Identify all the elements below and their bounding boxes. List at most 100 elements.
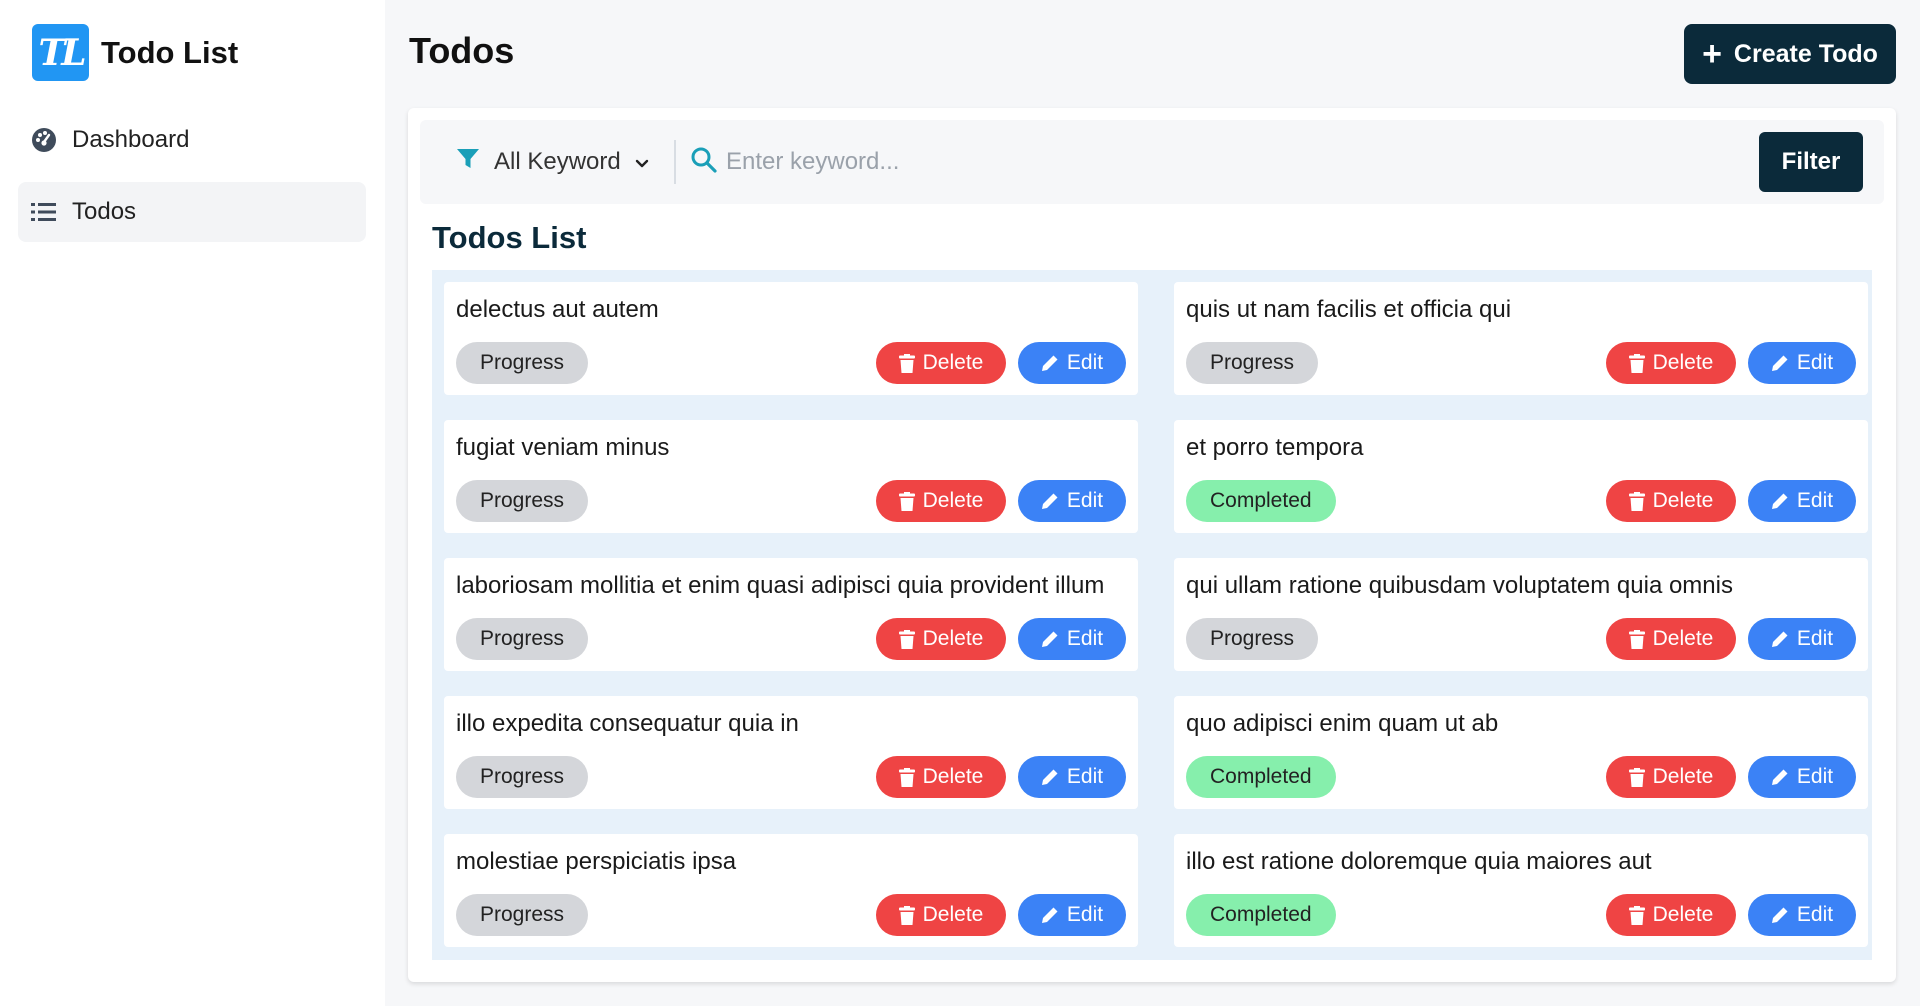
status-badge: Completed — [1186, 756, 1336, 798]
todo-title: laboriosam mollitia et enim quasi adipis… — [456, 572, 1105, 599]
todo-card: laboriosam mollitia et enim quasi adipis… — [444, 558, 1138, 671]
status-badge: Progress — [456, 480, 589, 522]
edit-label: Edit — [1796, 351, 1834, 374]
pencil-icon — [1041, 354, 1059, 372]
delete-label: Delete — [1652, 627, 1714, 650]
pencil-icon — [1771, 906, 1789, 924]
search-icon — [690, 146, 718, 179]
edit-button[interactable]: Edit — [1748, 342, 1856, 384]
trash-icon — [898, 353, 915, 373]
todo-title: qui ullam ratione quibusdam voluptatem q… — [1186, 572, 1733, 599]
brand[interactable]: TL Todo List — [32, 24, 238, 81]
delete-button[interactable]: Delete — [1606, 618, 1736, 660]
edit-label: Edit — [1796, 765, 1834, 788]
edit-button[interactable]: Edit — [1018, 342, 1126, 384]
sidebar-item-label: Todos — [72, 198, 137, 225]
trash-icon — [898, 629, 915, 649]
edit-label: Edit — [1066, 765, 1104, 788]
edit-button[interactable]: Edit — [1018, 618, 1126, 660]
trash-icon — [898, 767, 915, 787]
pencil-icon — [1771, 492, 1789, 510]
todo-card: et porro tempora Completed Delete Edit — [1174, 420, 1868, 533]
trash-icon — [898, 905, 915, 925]
todo-card: quis ut nam facilis et officia qui Progr… — [1174, 282, 1868, 395]
delete-button[interactable]: Delete — [1606, 756, 1736, 798]
delete-button[interactable]: Delete — [1606, 480, 1736, 522]
delete-label: Delete — [922, 627, 984, 650]
delete-button[interactable]: Delete — [876, 342, 1006, 384]
delete-label: Delete — [922, 351, 984, 374]
delete-button[interactable]: Delete — [1606, 342, 1736, 384]
search-input[interactable] — [726, 140, 1546, 184]
delete-label: Delete — [922, 489, 984, 512]
page-title: Todos — [409, 30, 515, 71]
trash-icon — [1628, 491, 1645, 511]
delete-label: Delete — [1652, 351, 1714, 374]
status-badge: Progress — [456, 342, 589, 384]
filter-bar: All Keyword Filter — [420, 120, 1884, 204]
todo-card: illo est ratione doloremque quia maiores… — [1174, 834, 1868, 947]
todo-title: et porro tempora — [1186, 434, 1364, 461]
pencil-icon — [1041, 906, 1059, 924]
edit-label: Edit — [1066, 903, 1104, 926]
delete-button[interactable]: Delete — [876, 756, 1006, 798]
edit-label: Edit — [1066, 489, 1104, 512]
delete-button[interactable]: Delete — [876, 618, 1006, 660]
brand-logo: TL — [32, 24, 89, 81]
edit-button[interactable]: Edit — [1018, 894, 1126, 936]
delete-button[interactable]: Delete — [1606, 894, 1736, 936]
create-todo-label: Create Todo — [1733, 39, 1878, 68]
pencil-icon — [1041, 492, 1059, 510]
todo-card: illo expedita consequatur quia in Progre… — [444, 696, 1138, 809]
status-badge: Progress — [1186, 342, 1319, 384]
edit-button[interactable]: Edit — [1018, 756, 1126, 798]
pencil-icon — [1771, 630, 1789, 648]
delete-label: Delete — [1652, 489, 1714, 512]
pencil-icon — [1041, 630, 1059, 648]
trash-icon — [1628, 905, 1645, 925]
edit-button[interactable]: Edit — [1748, 480, 1856, 522]
edit-button[interactable]: Edit — [1748, 894, 1856, 936]
edit-button[interactable]: Edit — [1018, 480, 1126, 522]
edit-label: Edit — [1796, 627, 1834, 650]
delete-button[interactable]: Delete — [876, 480, 1006, 522]
plus-icon: + — [1702, 35, 1722, 73]
todo-card: fugiat veniam minus Progress Delete Edit — [444, 420, 1138, 533]
todo-card: qui ullam ratione quibusdam voluptatem q… — [1174, 558, 1868, 671]
todo-title: illo est ratione doloremque quia maiores… — [1186, 848, 1652, 875]
status-badge: Progress — [456, 894, 589, 936]
status-badge: Completed — [1186, 894, 1336, 936]
todo-card: delectus aut autem Progress Delete Edit — [444, 282, 1138, 395]
brand-name: Todo List — [101, 34, 239, 70]
status-badge: Progress — [1186, 618, 1319, 660]
pencil-icon — [1771, 354, 1789, 372]
chevron-down-icon — [635, 148, 649, 176]
filter-button[interactable]: Filter — [1759, 132, 1863, 192]
pencil-icon — [1771, 768, 1789, 786]
todo-title: fugiat veniam minus — [456, 434, 670, 461]
status-badge: Progress — [456, 756, 589, 798]
sidebar-item-label: Dashboard — [72, 126, 190, 153]
edit-button[interactable]: Edit — [1748, 756, 1856, 798]
divider — [674, 140, 676, 184]
trash-icon — [898, 491, 915, 511]
trash-icon — [1628, 629, 1645, 649]
sidebar: TL Todo List Dashboard Todos — [0, 0, 385, 1006]
todo-card: molestiae perspiciatis ipsa Progress Del… — [444, 834, 1138, 947]
keyword-select[interactable]: All Keyword — [456, 146, 649, 178]
edit-button[interactable]: Edit — [1748, 618, 1856, 660]
sidebar-item-todos[interactable]: Todos — [18, 182, 366, 242]
delete-label: Delete — [922, 765, 984, 788]
edit-label: Edit — [1796, 489, 1834, 512]
todos-panel: All Keyword Filter Todos List delectus a… — [408, 108, 1896, 982]
keyword-select-value: All Keyword — [494, 148, 621, 175]
todo-title: molestiae perspiciatis ipsa — [456, 848, 737, 875]
filter-icon — [456, 148, 480, 177]
dashboard-icon — [30, 126, 58, 154]
todo-title: quo adipisci enim quam ut ab — [1186, 710, 1499, 737]
edit-label: Edit — [1066, 351, 1104, 374]
create-todo-button[interactable]: + Create Todo — [1684, 24, 1896, 84]
status-badge: Completed — [1186, 480, 1336, 522]
sidebar-item-dashboard[interactable]: Dashboard — [18, 110, 366, 170]
delete-button[interactable]: Delete — [876, 894, 1006, 936]
